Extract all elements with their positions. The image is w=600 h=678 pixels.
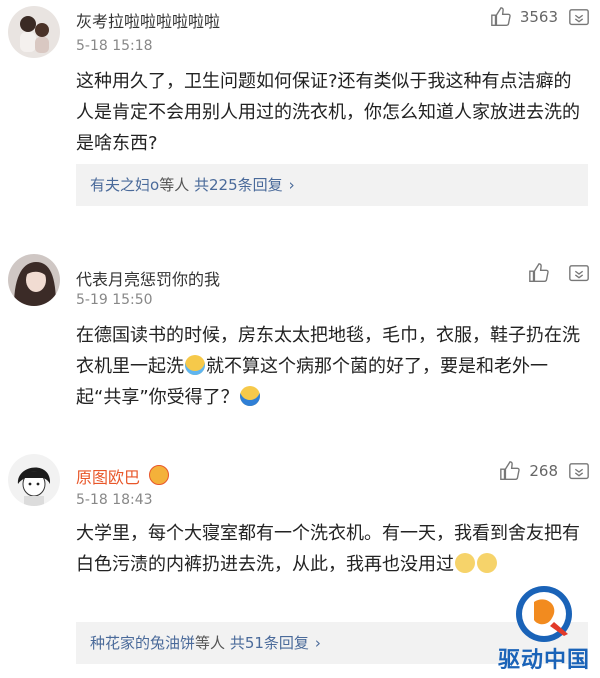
chevron-right-icon: › xyxy=(314,634,321,652)
watermark-icon xyxy=(516,586,572,642)
comment-1: 灰考拉啦啦啦啦啦啦 5-18 15:18 3563 这种用久了，卫生问题如何保证… xyxy=(0,0,600,225)
reply-others-label: 等人 xyxy=(195,634,226,652)
reply-count[interactable]: 共225条回复 xyxy=(194,176,283,194)
reply-summary[interactable]: 有夫之妇o等人 共225条回复 › xyxy=(76,164,588,206)
comment-text: 大学里，每个大寝室都有一个洗衣机。有一天，我看到舍友把有白色污渍的内裤扔进去洗，… xyxy=(76,518,586,580)
reply-others-label: 等人 xyxy=(159,176,190,194)
comment-text: 这种用久了，卫生问题如何保证?还有类似于我这种有点洁癖的人是肯定不会用别人用过的… xyxy=(76,71,580,154)
chevron-right-icon: › xyxy=(288,176,295,194)
comment-icon[interactable] xyxy=(568,263,590,285)
avatar[interactable] xyxy=(8,454,60,506)
crying-emoji-icon xyxy=(185,355,205,375)
username[interactable]: 原图欧巴 xyxy=(76,464,170,488)
comment-text: 在德国读书的时候，房东太太把地毯，毛巾，衣服，鞋子扔在洗衣机里一起洗 就不算这个病… xyxy=(76,320,586,413)
reply-author[interactable]: 种花家的兔油饼 xyxy=(90,634,195,652)
timestamp: 5-19 15:50 xyxy=(76,292,153,308)
timestamp: 5-18 15:18 xyxy=(76,38,153,54)
comment-icon[interactable] xyxy=(568,7,590,29)
laughing-emoji-icon xyxy=(455,553,475,573)
like-count: 3563 xyxy=(519,8,558,26)
laughing-emoji-icon xyxy=(477,553,497,573)
comment-2: 代表月亮惩罚你的我 5-19 15:50 在德国读书的时候，房东太太把地毯，毛巾… xyxy=(0,248,600,438)
username[interactable]: 代表月亮惩罚你的我 xyxy=(76,266,220,290)
timestamp: 5-18 18:43 xyxy=(76,492,153,508)
avatar[interactable] xyxy=(8,254,60,306)
watermark-text: 驱动中国 xyxy=(497,648,590,673)
username[interactable]: 灰考拉啦啦啦啦啦啦 xyxy=(76,8,220,32)
reply-count[interactable]: 共51条回复 xyxy=(230,634,309,652)
like-button[interactable] xyxy=(528,262,558,284)
shrug-emoji-icon xyxy=(239,386,260,406)
reply-author[interactable]: 有夫之妇o xyxy=(90,176,159,194)
thumbs-up-icon xyxy=(490,7,511,26)
like-count: 268 xyxy=(529,462,558,480)
comment-text-body: 大学里，每个大寝室都有一个洗衣机。有一天，我看到舍友把有白色污渍的内裤扔进去洗，… xyxy=(76,523,580,575)
comment-icon[interactable] xyxy=(568,461,590,483)
like-button[interactable]: 3563 xyxy=(490,6,558,28)
avatar[interactable] xyxy=(8,6,60,58)
thumbs-up-icon xyxy=(500,461,521,480)
username-text[interactable]: 原图欧巴 xyxy=(76,468,140,487)
like-button[interactable]: 268 xyxy=(499,460,558,482)
vip-badge-icon xyxy=(149,465,170,485)
thumbs-up-icon xyxy=(529,263,549,282)
watermark-logo: 驱动中国 xyxy=(494,582,594,674)
